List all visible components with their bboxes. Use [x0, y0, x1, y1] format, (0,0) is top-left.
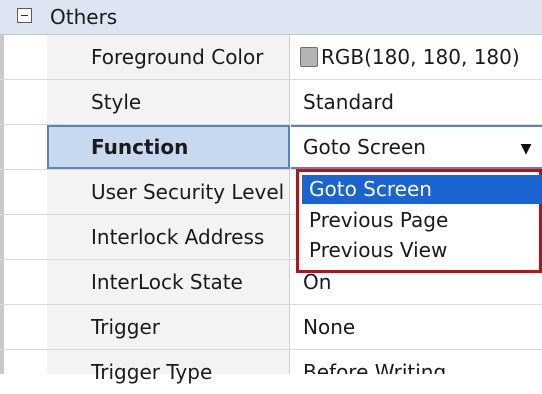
function-dropdown-list: Goto Screen Previous Page Previous View: [296, 169, 542, 273]
property-name-cell: Style: [47, 80, 290, 124]
property-name: Interlock Address: [91, 225, 265, 249]
property-name-cell: Trigger: [47, 305, 290, 349]
property-name-cell: Interlock Address: [47, 215, 290, 259]
property-name: Foreground Color: [91, 45, 264, 69]
property-name: Style: [91, 90, 142, 114]
property-value: RGB(180, 180, 180): [321, 45, 520, 69]
dropdown-option-goto-screen[interactable]: Goto Screen: [302, 175, 542, 204]
property-value: Goto Screen: [303, 135, 426, 159]
property-name: User Security Level: [91, 180, 285, 204]
property-value: Standard: [303, 90, 394, 114]
property-value-cell[interactable]: RGB(180, 180, 180): [291, 35, 542, 79]
property-name: Trigger: [91, 315, 160, 339]
property-name-cell: User Security Level: [47, 170, 290, 214]
property-value-cell[interactable]: None: [291, 305, 542, 349]
property-row-trigger-type[interactable]: Trigger Type Before Writing: [0, 350, 542, 384]
property-name: Trigger Type: [91, 360, 213, 384]
category-others[interactable]: Others: [0, 0, 542, 35]
category-label: Others: [50, 5, 118, 29]
property-row-trigger[interactable]: Trigger None: [0, 305, 542, 350]
property-value-cell[interactable]: Standard: [291, 80, 542, 124]
property-value: None: [303, 315, 356, 339]
property-name: Function: [91, 135, 189, 159]
property-row-function[interactable]: Function Goto Screen ▼: [0, 125, 542, 170]
dropdown-option-previous-page[interactable]: Previous Page: [302, 206, 542, 235]
property-name: InterLock State: [91, 270, 243, 294]
property-row-foreground-color[interactable]: Foreground Color RGB(180, 180, 180): [0, 35, 542, 80]
property-name-cell: Foreground Color: [47, 35, 290, 79]
property-value: Before Writing: [303, 360, 447, 374]
color-swatch: [300, 47, 318, 67]
collapse-icon[interactable]: [17, 8, 32, 23]
property-row-style[interactable]: Style Standard: [0, 80, 542, 125]
function-select[interactable]: Goto Screen ▼: [291, 125, 542, 169]
dropdown-option-previous-view[interactable]: Previous View: [302, 236, 542, 265]
property-grid: Others Foreground Color RGB(180, 180, 18…: [0, 0, 542, 384]
property-value-cell[interactable]: Before Writing: [291, 350, 542, 374]
dropdown-arrow-icon[interactable]: ▼: [514, 139, 538, 159]
property-name-cell: Function: [47, 125, 290, 169]
property-name-cell: InterLock State: [47, 260, 290, 304]
property-name-cell: Trigger Type: [47, 350, 290, 384]
